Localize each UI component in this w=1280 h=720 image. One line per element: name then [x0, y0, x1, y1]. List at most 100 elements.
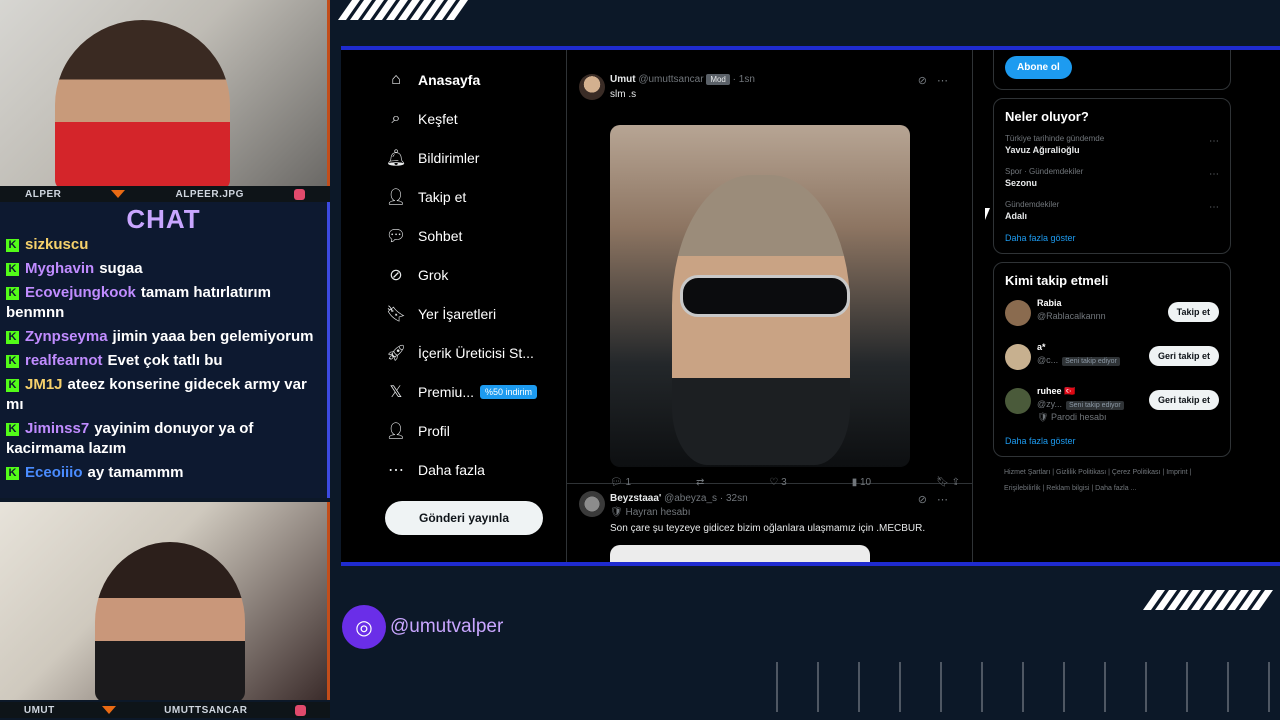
tweet-handle[interactable]: @abeyza_s — [664, 493, 717, 504]
who-to-follow-title: Kimi takip etmeli — [1005, 273, 1109, 288]
trend-list: Türkiye tarihinde gündemde Yavuz Ağıralio… — [1005, 134, 1219, 221]
chat-username[interactable]: Ecovejungkook — [25, 284, 136, 301]
mod-badge: Mod — [706, 74, 730, 85]
trend-category: Spor · Gündemdekiler — [1005, 167, 1084, 176]
more-icon[interactable]: ⋯ — [937, 75, 958, 87]
trend-name: Yavuz Ağıralioğlu — [1005, 145, 1080, 155]
chat-username[interactable]: realfearnot — [25, 352, 103, 369]
chat-message: K Ecovejungkook tamam hatırlatırım benmnn — [6, 283, 321, 323]
tweet[interactable]: Umut @umuttsancar Mod · 1sn ⊘⋯ slm .s 💬︎… — [567, 64, 972, 488]
follow-button[interactable]: Geri takip et — [1148, 390, 1219, 410]
sidebar-item-7[interactable]: 🚀︎ İçerik Üreticisi St... — [386, 333, 566, 372]
streamer-umut — [95, 542, 245, 700]
sidebar-item-0[interactable]: ⌂ Anasayfa — [386, 60, 566, 99]
home-icon: ⌂ — [391, 70, 401, 88]
chat-message: K Myghavin sugaa — [6, 259, 321, 279]
sidebar-item-label: Premiu... — [418, 383, 475, 400]
kick-icon: K — [6, 263, 19, 276]
sidebar-item-2[interactable]: 🔔︎ Bildirimler — [386, 138, 566, 177]
bottom-stripes — [1142, 590, 1274, 610]
suggestion-handle: @c... Seni takip ediyor — [1037, 355, 1120, 366]
triangle-icon — [111, 190, 126, 198]
tweet-author[interactable]: Umut — [610, 74, 636, 85]
more-icon[interactable]: ⋯ — [1209, 169, 1219, 180]
suggestion-name[interactable]: Rabia — [1037, 298, 1062, 308]
suggestion-list: Rabia @Rablacalkannn Takip et a* @c... Seni t… — [1005, 298, 1219, 430]
show-more-suggestions[interactable]: Daha fazla göster — [1005, 436, 1219, 446]
kick-icon: K — [6, 467, 19, 480]
show-more-trends[interactable]: Daha fazla göster — [1005, 233, 1219, 243]
chat-text: Evet çok tatlı bu — [107, 352, 223, 369]
tweet-author[interactable]: Beyzstaaa' — [610, 493, 661, 504]
portrait-figure — [672, 175, 850, 465]
trend-item[interactable]: Spor · Gündemdekiler Sezonu ⋯ — [1005, 167, 1219, 188]
sidebar-item-3[interactable]: 👤︎ Takip et — [386, 177, 566, 216]
trends-title: Neler oluyor? — [1005, 109, 1089, 124]
tweet-handle[interactable]: @umuttsancar — [638, 74, 703, 85]
handle-text: @umutvalper — [390, 616, 504, 637]
follow-icon: 👤︎ — [385, 188, 407, 206]
more-icon[interactable]: ⋯ — [937, 494, 958, 506]
top-cam-handle: ALPEER.JPG — [175, 188, 244, 200]
suggestion-item[interactable]: a* @c... Seni takip ediyor Geri takip et — [1005, 342, 1219, 386]
grok-icon[interactable]: ⊘ — [918, 494, 937, 506]
avatar[interactable] — [579, 74, 605, 100]
suggestion-item[interactable]: Rabia @Rablacalkannn Takip et — [1005, 298, 1219, 342]
follow-button[interactable]: Takip et — [1167, 302, 1219, 322]
timeline: Umut @umuttsancar Mod · 1sn ⊘⋯ slm .s 💬︎… — [566, 50, 973, 562]
follow-button[interactable]: Geri takip et — [1148, 346, 1219, 366]
sidebar-item-label: Grok — [418, 266, 449, 283]
avatar[interactable] — [1005, 344, 1031, 370]
trend-item[interactable]: Türkiye tarihinde gündemde Yavuz Ağıralio… — [1005, 134, 1219, 155]
sidebar-item-5[interactable]: ⊘ Grok — [386, 255, 566, 294]
chat-username[interactable]: Zynpseyma — [25, 328, 108, 345]
chat-username[interactable]: sizkuscu — [25, 236, 88, 253]
sidebar-item-1[interactable]: ⌕ Keşfet — [386, 99, 566, 138]
more-icon[interactable]: ⋯ — [1209, 136, 1219, 147]
kick-icon: K — [6, 423, 19, 436]
chat-username[interactable]: Eceoiiio — [25, 464, 83, 481]
tweet-menu[interactable]: ⊘⋯ — [918, 74, 958, 87]
tweet-image[interactable] — [610, 545, 870, 562]
instagram-icon — [295, 704, 307, 716]
sidebar-item-label: Bildirimler — [418, 149, 480, 166]
sidebar-item-9[interactable]: 👤︎ Profil — [386, 411, 566, 450]
post-button[interactable]: Gönderi yayınla — [385, 501, 543, 535]
sidebar-item-4[interactable]: 💬︎ Sohbet — [386, 216, 566, 255]
chat-username[interactable]: JM1J — [25, 376, 63, 393]
webcam-bottom — [0, 502, 330, 700]
top-stripes — [337, 0, 469, 20]
footer-links[interactable]: Hizmet Şartları | Gizlilik Politikası | … — [993, 465, 1231, 497]
sidebar-item-label: Anasayfa — [418, 71, 481, 88]
trend-item[interactable]: Gündemdekiler Adalı ⋯ — [1005, 200, 1219, 221]
suggestion-name[interactable]: a* — [1037, 342, 1046, 352]
sidebar-item-8[interactable]: 𝕏 Premiu... %50 indirim — [386, 372, 566, 411]
tweet-header: Beyzstaaa' @abeyza_s · 32sn — [610, 493, 748, 504]
avatar[interactable] — [1005, 388, 1031, 414]
sidebar-item-label: Sohbet — [418, 227, 463, 244]
subscribe-button[interactable]: Abone ol — [1005, 56, 1072, 79]
trends-card: Neler oluyor? Türkiye tarihinde gündemde… — [993, 98, 1231, 254]
decorative-pattern — [740, 662, 1280, 712]
suggestion-item[interactable]: ruhee 🇹🇷 @zy... Seni takip ediyor 🛡 Parodi … — [1005, 386, 1219, 430]
sidebar-item-10[interactable]: ⋯ Daha fazla — [386, 450, 566, 489]
parody-label: 🛡 Parodi hesabı — [1037, 412, 1107, 422]
more-icon[interactable]: ⋯ — [1209, 202, 1219, 213]
who-to-follow-card: Kimi takip etmeli Rabia @Rablacalkannn Tak… — [993, 262, 1231, 457]
chat-username[interactable]: Myghavin — [25, 260, 94, 277]
rocket-icon: 🚀︎ — [385, 344, 407, 362]
suggestion-name[interactable]: ruhee 🇹🇷 — [1037, 386, 1075, 397]
sidebar-item-6[interactable]: 🔖︎ Yer İşaretleri — [386, 294, 566, 333]
webcam-top — [0, 0, 330, 186]
grok-icon[interactable]: ⊘ — [918, 75, 937, 87]
discount-badge: %50 indirim — [480, 384, 538, 399]
tweet[interactable]: Beyzstaaa' @abeyza_s · 32sn ⊘⋯ 🛡 Hayran … — [567, 485, 972, 562]
bookmark-icon: 🔖︎ — [385, 305, 407, 323]
x-logo-icon: 𝕏 — [389, 383, 403, 401]
avatar[interactable] — [1005, 300, 1031, 326]
avatar[interactable] — [579, 491, 605, 517]
chat-username[interactable]: Jiminss7 — [25, 420, 89, 437]
tweet-image[interactable] — [610, 125, 910, 467]
chat-list: Ksizkuscu K Myghavin sugaa K Ecovejungkook tam… — [6, 235, 321, 483]
tweet-menu[interactable]: ⊘⋯ — [918, 493, 958, 506]
